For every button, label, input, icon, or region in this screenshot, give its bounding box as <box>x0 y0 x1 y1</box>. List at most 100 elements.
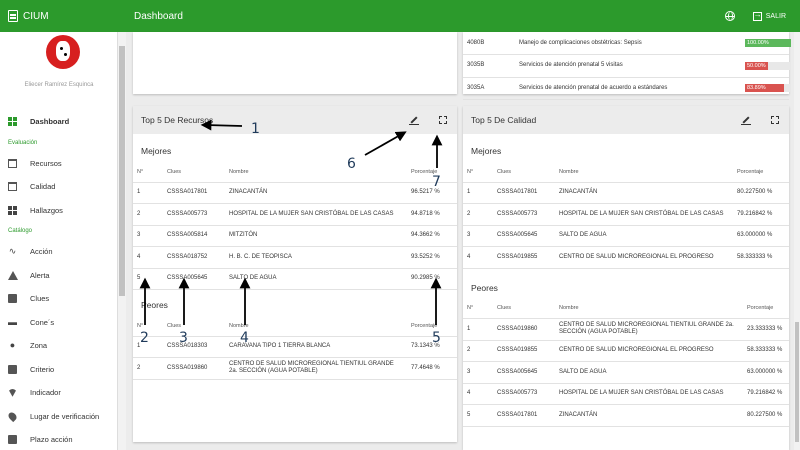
cell-nombre: HOSPITAL DE LA MUJER SAN CRISTÓBAL DE LA… <box>225 203 407 226</box>
cell-clues: CSSSA019860 <box>163 357 225 380</box>
chart-icon[interactable] <box>741 115 751 125</box>
sidebar: Eliecer Ramírez Esquinca Dashboard Evalu… <box>0 32 118 450</box>
sidebar-item-calidad[interactable]: Calidad <box>0 175 117 199</box>
calendar-icon <box>8 182 17 192</box>
cell-nombre: MITZITÓN <box>225 225 407 247</box>
cell-porcentaje: 93.5252 % <box>407 246 457 269</box>
card-header: Top 5 De Recursos <box>133 106 457 134</box>
sidebar-item-dashboard[interactable]: Dashboard <box>0 110 117 134</box>
calidad-peores-table: N° Clues Nombre Porcentaje 1 CSSSA019860 C… <box>463 298 789 427</box>
indicator-desc: Manejo de complicaciones obstétricas: Se… <box>515 32 741 55</box>
sidebar-scrollbar[interactable] <box>118 32 126 450</box>
table-row[interactable]: 4 CSSSA019855 CENTRO DE SALUD MICROREGIONA… <box>463 246 789 269</box>
cell-clues: CSSSA017801 <box>493 182 555 204</box>
card-partial-left <box>133 32 457 94</box>
cell-porcentaje: 80.227500 % <box>743 404 789 427</box>
page-title: Dashboard <box>134 10 183 22</box>
cell-clues: CSSSA018303 <box>163 336 225 358</box>
table-row[interactable]: 2 CSSSA019860 CENTRO DE SALUD MICROREGIONA… <box>133 357 457 380</box>
cell-n: 5 <box>463 404 493 427</box>
sidebar-item-cones[interactable]: ▬ Cone´s <box>0 311 117 335</box>
cell-porcentaje: 23.333333 % <box>743 318 789 341</box>
clipboard-icon <box>8 10 18 22</box>
table-row[interactable]: 2 CSSSA005773 HOSPITAL DE LA MUJER SAN CRI… <box>463 203 789 226</box>
cell-clues: CSSSA017801 <box>493 404 555 427</box>
cell-n: 1 <box>463 318 493 341</box>
cell-n: 2 <box>463 340 493 362</box>
table-row[interactable]: 3035B Servicios de atención prenatal 5 v… <box>463 54 791 78</box>
sidebar-item-zona[interactable]: ● Zona <box>0 334 117 358</box>
card-title: Top 5 De Recursos <box>141 115 214 125</box>
signal-icon <box>8 388 17 397</box>
table-row[interactable]: 4 CSSSA018752 H. B. C. DE TEOPISCA 93.5252 … <box>133 246 457 269</box>
chart-icon[interactable] <box>409 115 419 125</box>
cell-clues: CSSSA019860 <box>493 318 555 341</box>
cell-n: 2 <box>133 357 163 380</box>
mejores-heading: Mejores <box>471 146 502 156</box>
cell-nombre: CENTRO DE SALUD MICROREGIONAL EL PROGRES… <box>555 340 743 362</box>
cell-porcentaje: 96.5217 % <box>407 182 457 204</box>
table-row[interactable]: 1 CSSSA018303 CARAVANA TIPO 1 TIERRA BLANC… <box>133 336 457 358</box>
fullscreen-icon[interactable] <box>771 116 779 124</box>
table-row[interactable]: 4080B Manejo de complicaciones obstétric… <box>463 32 791 55</box>
logout-button[interactable]: SALIR <box>752 10 786 21</box>
cell-nombre: ZINACANTÁN <box>555 404 743 427</box>
cell-porcentaje: 58.333333 % <box>743 340 789 362</box>
table-row[interactable]: 5 CSSSA005645 SALTO DE AGUA 90.2985 % <box>133 268 457 290</box>
cell-porcentaje: 79.216842 % <box>733 203 789 226</box>
cell-n: 4 <box>463 383 493 405</box>
main-scrollbar[interactable] <box>794 32 800 450</box>
progress-bar: 83.89% <box>745 84 791 93</box>
cell-porcentaje: 63.000000 % <box>733 225 789 247</box>
table-row[interactable]: 1 CSSSA019860 CENTRO DE SALUD MICROREGIONA… <box>463 318 789 341</box>
user-name: Eliecer Ramírez Esquinca <box>24 82 94 88</box>
table-row[interactable]: 3 CSSSA005814 MITZITÓN 94.3662 % <box>133 225 457 247</box>
indicators-table: 4080B Manejo de complicaciones obstétric… <box>463 32 791 100</box>
col-header-clues: Clues <box>163 316 225 337</box>
table-row[interactable]: 3035A Servicios de atención prenatal de … <box>463 77 791 100</box>
table-row[interactable]: 2 CSSSA005773 HOSPITAL DE LA MUJER SAN CRI… <box>133 203 457 226</box>
brand[interactable]: CIUM <box>0 10 120 22</box>
col-header-porcentaje: Porcentaje <box>407 316 457 337</box>
top-app-bar: CIUM Dashboard SALIR <box>0 0 800 32</box>
table-row[interactable]: 1 CSSSA017801 ZINACANTÁN 80.227500 % <box>463 182 789 204</box>
recursos-peores-table: N° Clues Nombre Porcentaje 1 CSSSA018303 C… <box>133 316 457 380</box>
section-catalogo: Catálogo <box>8 228 33 234</box>
cell-clues: CSSSA019855 <box>493 246 555 269</box>
sidebar-item-indicador[interactable]: Indicador <box>0 381 117 405</box>
sidebar-item-plazo-accion[interactable]: Plazo acción <box>0 428 117 450</box>
globe-icon[interactable] <box>724 11 735 21</box>
cell-nombre: HOSPITAL DE LA MUJER SAN CRISTÓBAL DE LA… <box>555 203 733 226</box>
table-row[interactable]: 1 CSSSA017801 ZINACANTÁN 96.5217 % <box>133 182 457 204</box>
sidebar-item-recursos[interactable]: Recursos <box>0 152 117 176</box>
cell-clues: CSSSA005814 <box>163 225 225 247</box>
col-header-porcentaje: Porcentaje <box>407 162 457 183</box>
cell-clues: CSSSA018752 <box>163 246 225 269</box>
table-row[interactable]: 5 CSSSA017801 ZINACANTÁN 80.227500 % <box>463 404 789 427</box>
peores-heading: Peores <box>141 300 168 310</box>
table-row[interactable]: 4 CSSSA005773 HOSPITAL DE LA MUJER SAN CRI… <box>463 383 789 405</box>
sidebar-item-clues[interactable]: Clues <box>0 287 117 311</box>
sidebar-item-criterio[interactable]: Criterio <box>0 358 117 382</box>
col-header-nombre: Nombre <box>225 316 407 337</box>
sidebar-item-label: Alerta <box>30 270 50 280</box>
table-row[interactable]: 3 CSSSA005645 SALTO DE AGUA 63.000000 % <box>463 361 789 384</box>
table-row[interactable]: 2 CSSSA019855 CENTRO DE SALUD MICROREGIONA… <box>463 340 789 362</box>
location-pin-icon <box>6 410 19 422</box>
cell-nombre: HOSPITAL DE LA MUJER SAN CRISTÓBAL DE LA… <box>555 383 743 405</box>
card-title: Top 5 De Calidad <box>471 115 537 125</box>
sidebar-item-alerta[interactable]: Alerta <box>0 264 117 288</box>
sidebar-item-lugar-verificacion[interactable]: Lugar de verificación <box>0 405 117 429</box>
vehicle-icon: ▬ <box>8 316 17 327</box>
table-row[interactable]: 3 CSSSA005645 SALTO DE AGUA 63.000000 % <box>463 225 789 247</box>
fullscreen-icon[interactable] <box>439 116 447 124</box>
sidebar-item-accion[interactable]: ∿ Acción <box>0 240 117 264</box>
indicators-card: 4080B Manejo de complicaciones obstétric… <box>463 32 791 100</box>
sidebar-item-label: Plazo acción <box>30 435 73 445</box>
sidebar-item-hallazgos[interactable]: Hallazgos <box>0 199 117 223</box>
cell-clues: CSSSA005773 <box>493 383 555 405</box>
warning-icon <box>7 270 18 280</box>
cell-clues: CSSSA005645 <box>493 361 555 384</box>
col-header-clues: Clues <box>163 162 225 183</box>
cell-clues: CSSSA005773 <box>493 203 555 226</box>
